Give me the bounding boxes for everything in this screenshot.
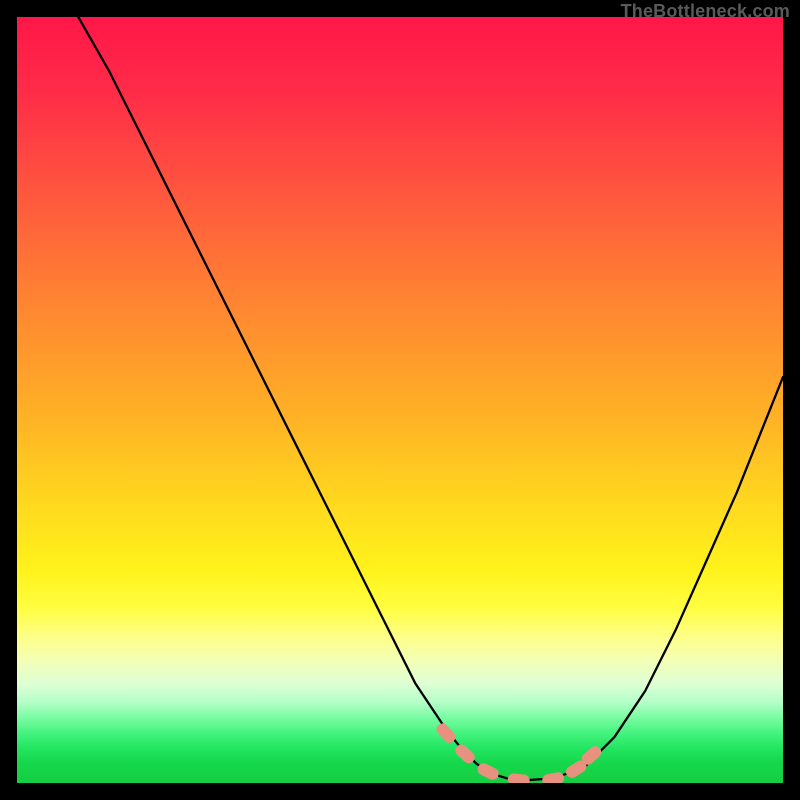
attribution-watermark: TheBottleneck.com [621, 1, 790, 22]
chart-plot-area [17, 17, 783, 783]
bottleneck-curve [78, 17, 783, 780]
flat-zone-marker [507, 773, 530, 783]
chart-curve-layer [17, 17, 783, 783]
flat-zone-marker [434, 721, 458, 745]
flat-zone-marker [541, 771, 565, 783]
